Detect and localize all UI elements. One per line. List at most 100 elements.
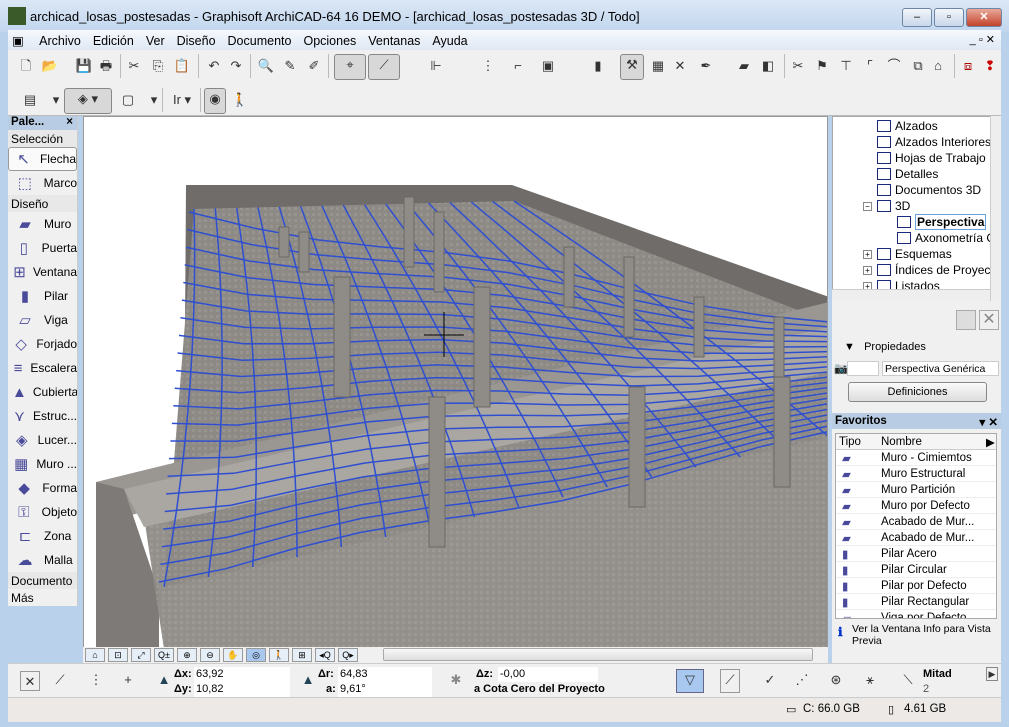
magic-wand-icon[interactable]: ⚹ [860, 670, 880, 690]
snap-mode[interactable]: Mitad [923, 668, 952, 680]
3d-window-button[interactable]: ◈ ▾ [64, 88, 112, 114]
guide-icon[interactable]: ⋰ [792, 670, 812, 690]
tree-item[interactable]: Hojas de Trabajo [877, 150, 986, 166]
menu-ventanas[interactable]: Ventanas [362, 31, 426, 48]
section-seleccion[interactable]: Selección [8, 130, 77, 147]
favorite-item[interactable]: ▱ Viga por Defecto [836, 610, 996, 619]
angle-field[interactable]: 9,61° [338, 682, 432, 697]
layers-icon[interactable]: ▣ [538, 56, 558, 76]
walk-icon[interactable]: 🚶 [269, 648, 289, 662]
tree-item[interactable]: 3D [877, 198, 910, 214]
adjust-icon[interactable]: ⚑ [812, 56, 832, 76]
tool-estruc[interactable]: ⋎ Estruc... [8, 404, 77, 428]
dy-field[interactable]: 10,82 [194, 682, 290, 697]
transform-icon[interactable]: ⧈ [958, 56, 978, 76]
expand-toggle[interactable]: + [863, 266, 872, 275]
expand-arrow-icon[interactable]: ▶ [986, 667, 998, 681]
construction-icon[interactable]: ✓ [760, 670, 780, 690]
zoom-box-icon[interactable]: ⊡ [108, 648, 128, 662]
lock-icon[interactable]: ▲ [154, 670, 174, 690]
previous-zoom-icon[interactable]: ◂Q [315, 648, 335, 662]
favorite-item[interactable]: ▰ Acabado de Mur... [836, 530, 996, 546]
cut-icon[interactable]: ✂ [124, 56, 144, 76]
magic-icon[interactable]: ❢ [980, 56, 1000, 76]
orbit-icon[interactable]: ◎ [246, 648, 266, 662]
paste-icon[interactable]: 📋 [172, 56, 192, 76]
tool-forma[interactable]: ◆ Forma [8, 476, 77, 500]
open-icon[interactable]: 📂 [40, 56, 60, 76]
x-icon[interactable]: ✕ [670, 56, 690, 76]
go-button[interactable]: Ir ▾ [168, 90, 196, 110]
tool-muro[interactable]: ▦ Muro ... [8, 452, 77, 476]
geometry-icon[interactable]: ⋮ [86, 670, 106, 690]
favorite-item[interactable]: ▰ Muro Partición [836, 482, 996, 498]
curve-icon[interactable]: ⌒ [884, 56, 904, 76]
special-snap-icon[interactable]: ⟍ [898, 670, 918, 690]
input-mode-icon[interactable]: ⟋ [50, 670, 70, 690]
cursor-snap-icon[interactable]: ⊛ [826, 670, 846, 690]
tree-item[interactable]: Documentos 3D [877, 182, 981, 198]
menu-diseno[interactable]: Diseño [171, 31, 222, 48]
dx-field[interactable]: 63,92 [194, 667, 290, 682]
horizontal-scrollbar[interactable] [383, 648, 813, 661]
eyedropper-icon[interactable]: ✎ [280, 56, 300, 76]
tool-forjado[interactable]: ◇ Forjado [8, 332, 77, 356]
favorite-item[interactable]: ▰ Muro por Defecto [836, 498, 996, 514]
3d-viewport[interactable] [83, 116, 828, 648]
new-icon[interactable]: 🗋 [16, 56, 36, 76]
dropdown-icon[interactable]: ▾ [46, 90, 66, 110]
gravity-button[interactable]: ⟋ [368, 54, 400, 80]
save-icon[interactable]: 💾 [74, 56, 94, 76]
menu-documento[interactable]: Documento [222, 31, 298, 48]
view-settings-icon[interactable]: ⌂ [85, 648, 105, 662]
layout-icon[interactable]: ▤ [20, 90, 40, 110]
tool-malla[interactable]: ☁ Malla [8, 548, 77, 572]
tree-item[interactable]: Índices de Proyecto [877, 262, 1000, 278]
trace-button[interactable]: ⚒ [620, 54, 644, 80]
menu-ayuda[interactable]: Ayuda [426, 31, 473, 48]
selection-filter-button[interactable]: ▽ [676, 669, 704, 693]
tool-lucer[interactable]: ◈ Lucer... [8, 428, 77, 452]
snap-guides-button[interactable]: ⌖ [334, 54, 366, 80]
dropdown-icon[interactable]: ▾ [144, 90, 164, 110]
offset-icon[interactable]: ⧉ [908, 56, 928, 76]
tool-pilar[interactable]: ▮ Pilar [8, 284, 77, 308]
column-nombre[interactable]: Nombre [881, 436, 986, 448]
favorite-item[interactable]: ▮ Pilar Acero [836, 546, 996, 562]
section-icon[interactable]: ◧ [758, 56, 778, 76]
palette-close-button[interactable]: × [66, 116, 73, 128]
plane-icon[interactable]: ▰ [734, 56, 754, 76]
next-zoom-icon[interactable]: Q▸ [338, 648, 358, 662]
tool-marco[interactable]: ⬚ Marco [8, 171, 77, 195]
favorites-menu-close[interactable]: ▾ ✕ [979, 415, 998, 429]
ruler-icon[interactable]: ▦ [648, 56, 668, 76]
favorite-item[interactable]: ▮ Pilar por Defecto [836, 578, 996, 594]
elevate-icon[interactable]: ⊤ [836, 56, 856, 76]
section-documento[interactable]: Documento [8, 572, 77, 589]
pen-icon[interactable]: ✒ [696, 56, 716, 76]
properties-header[interactable]: ▼ Propiedades [844, 341, 926, 353]
zoom-out-icon[interactable]: ⊖ [200, 648, 220, 662]
tree-item[interactable]: Perspectiva [897, 214, 987, 230]
tool-zona[interactable]: ⊏ Zona [8, 524, 77, 548]
view-name-field[interactable]: Perspectiva Genérica [882, 361, 999, 376]
close-button[interactable]: ✕ [966, 8, 1002, 27]
section-diseno[interactable]: Diseño [8, 195, 77, 212]
corner-icon[interactable]: ⌐ [508, 56, 528, 76]
view-id-field[interactable] [847, 361, 879, 376]
tree-item[interactable]: Alzados [877, 118, 938, 134]
expand-toggle[interactable]: + [863, 250, 872, 259]
tool-flecha[interactable]: ↖ Flecha [8, 147, 77, 171]
fillet-icon[interactable]: ⌜ [860, 56, 880, 76]
mdi-controls[interactable]: _ ▫ ✕ [970, 33, 995, 46]
roof-icon[interactable]: ⌂ [928, 56, 948, 76]
maximize-button[interactable]: ▫ [934, 8, 964, 27]
tree-item[interactable]: Axonometría G [897, 230, 996, 246]
column-tipo[interactable]: Tipo [836, 436, 881, 448]
grid-icon[interactable]: ⋮ [478, 56, 498, 76]
menu-archivo[interactable]: Archivo [33, 31, 87, 48]
snap-divisions[interactable]: 2 [923, 683, 929, 695]
favorite-item[interactable]: ▮ Pilar Circular [836, 562, 996, 578]
column-more-icon[interactable]: ▶ [986, 435, 995, 449]
expand-toggle[interactable]: − [863, 202, 872, 211]
